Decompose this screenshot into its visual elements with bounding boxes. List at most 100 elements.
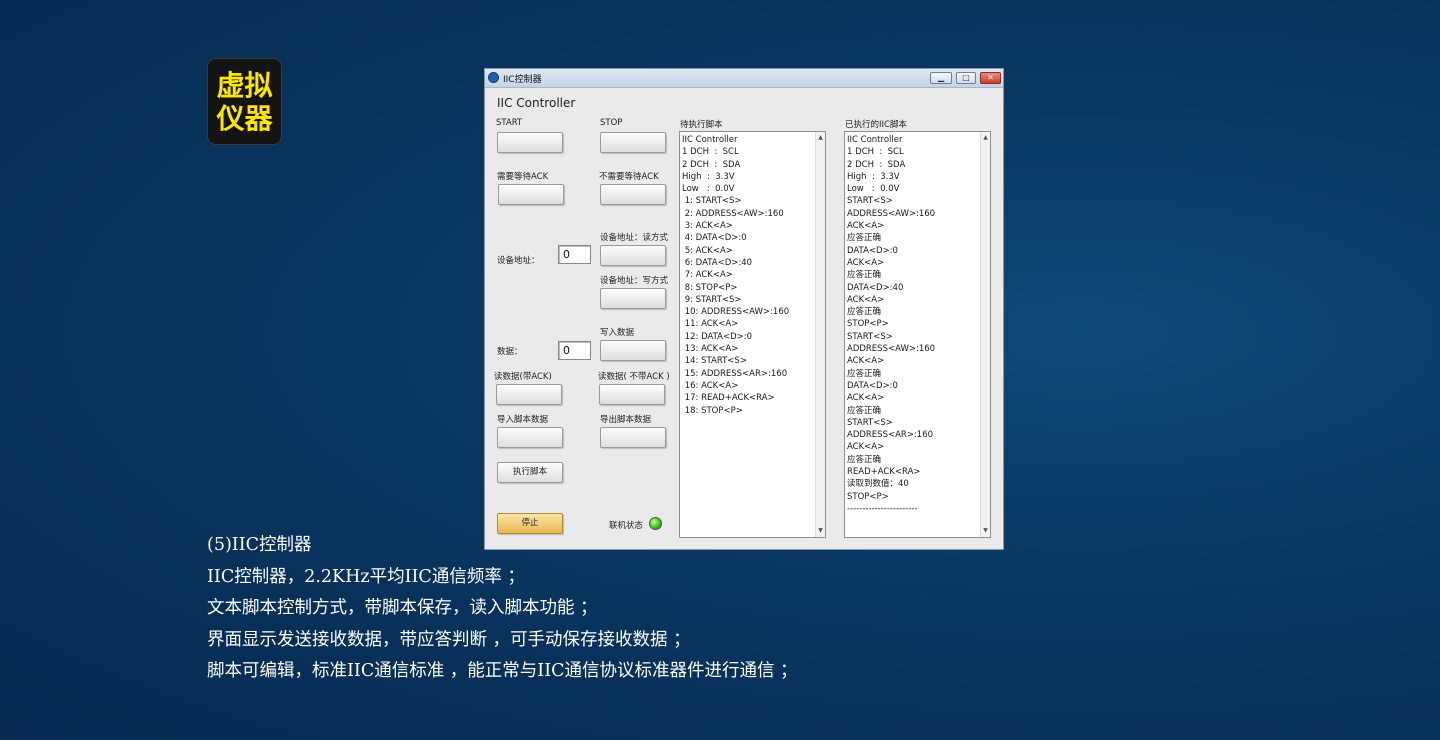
script-line: ACK<A>: [847, 356, 885, 367]
script-line: High : 3.3V: [682, 171, 735, 182]
window-titlebar[interactable]: IIC控制器 ▁ □ ✕: [485, 69, 1003, 88]
read-ack-button[interactable]: [496, 384, 562, 405]
script-line: ACK<A>: [847, 393, 885, 404]
scroll-up-icon[interactable]: ▲: [816, 134, 825, 142]
minimize-button[interactable]: ▁: [930, 72, 952, 84]
virtual-instrument-badge: 虚拟 仪器: [207, 58, 282, 145]
script-line: STOP<P>: [847, 491, 889, 502]
script-line: 3: ACK<A>: [682, 221, 733, 232]
script-line: IIC Controller: [682, 135, 738, 145]
maximize-button[interactable]: □: [956, 72, 976, 84]
script-line: ACK<A>: [847, 442, 885, 453]
script-line: 1 DCH : SCL: [847, 147, 904, 158]
run-script-button[interactable]: 执行脚本: [497, 462, 563, 483]
script-line: ADDRESS<AW>:160: [847, 208, 936, 219]
script-line: 13: ACK<A>: [682, 344, 739, 355]
wait-ack-button[interactable]: [498, 184, 564, 205]
close-button[interactable]: ✕: [980, 72, 1001, 84]
script-line: 10: ADDRESS<AW>:160: [682, 307, 790, 318]
dev-addr-read-label: 设备地址：读方式: [600, 233, 669, 243]
script-line: DATA<D>:40: [847, 282, 904, 293]
pending-script-text: IIC Controller 1 DCH : SCL 2 DCH : SDA High…: [682, 134, 789, 417]
description-item: IIC控制器，2.2KHz平均IIC通信频率 ；: [207, 566, 525, 587]
script-line: START<S>: [847, 196, 893, 207]
wait-ack-label: 需要等待ACK: [497, 172, 549, 182]
export-script-label: 导出脚本数据: [600, 415, 652, 425]
executed-scrollbar[interactable]: ▲ ▼: [980, 132, 990, 537]
write-data-label: 写入数据: [600, 328, 635, 338]
script-line: Low : 0.0V: [847, 184, 900, 195]
stop-label: STOP: [600, 118, 623, 128]
script-line: 11: ACK<A>: [682, 319, 739, 330]
script-line: 16: ACK<A>: [682, 380, 739, 391]
no-wait-ack-button[interactable]: [600, 184, 666, 205]
scroll-down-icon[interactable]: ▼: [816, 527, 825, 535]
script-line: 8: STOP<P>: [682, 282, 738, 293]
script-line: START<S>: [847, 417, 893, 428]
scroll-down-icon[interactable]: ▼: [981, 527, 990, 535]
script-line: 18: STOP<P>: [682, 405, 743, 416]
description-item: 界面显示发送接收数据，带应答判断 ，可手动保存接收数据 ；: [207, 629, 691, 650]
script-line: 应答正确: [847, 405, 882, 416]
script-line: 6: DATA<D>:40: [682, 257, 753, 268]
script-line: 2: ADDRESS<AW>:160: [682, 208, 784, 219]
script-line: 应答正确: [847, 454, 882, 465]
stop-button[interactable]: [600, 132, 666, 153]
script-line: -----------------------: [847, 503, 918, 514]
no-wait-ack-label: 不需要等待ACK: [599, 172, 659, 182]
dev-addr-input[interactable]: 0: [558, 245, 591, 264]
export-script-button[interactable]: [600, 427, 666, 448]
pending-script-header: 待执行脚本: [680, 120, 723, 130]
description-heading: (5)IIC控制器: [207, 535, 312, 555]
scroll-up-icon[interactable]: ▲: [981, 134, 990, 142]
script-line: IIC Controller: [847, 135, 903, 145]
script-line: START<S>: [847, 331, 893, 342]
window-title: IIC控制器: [503, 75, 542, 85]
dev-addr-write-button[interactable]: [600, 288, 666, 309]
script-line: 12: DATA<D>:0: [682, 331, 753, 342]
script-line: 应答正确: [847, 233, 882, 244]
script-line: ACK<A>: [847, 294, 885, 305]
script-line: 应答正确: [847, 368, 882, 379]
script-line: ACK<A>: [847, 257, 885, 268]
script-line: 5: ACK<A>: [682, 245, 733, 256]
online-status-led: [649, 517, 662, 530]
script-line: STOP<P>: [847, 319, 889, 330]
script-line: READ+ACK<RA>: [847, 467, 921, 478]
import-script-button[interactable]: [497, 427, 563, 448]
data-label: 数据：: [497, 347, 523, 357]
script-line: 读取到数值：40: [847, 479, 909, 490]
script-line: High : 3.3V: [847, 171, 900, 182]
description-item: 文本脚本控制方式，带脚本保存，读入脚本功能 ；: [207, 598, 598, 618]
script-line: 应答正确: [847, 270, 882, 281]
pending-script-list[interactable]: IIC Controller 1 DCH : SCL 2 DCH : SDA High…: [679, 131, 826, 538]
executed-script-text: IIC Controller 1 DCH : SCL 2 DCH : SDA High…: [847, 134, 935, 515]
description-item: 脚本可编辑，标准IIC通信标准 ，能正常与IIC通信协议标准器件进行通信 ；: [207, 661, 798, 681]
script-line: 2 DCH : SDA: [682, 159, 741, 170]
dev-addr-read-button[interactable]: [600, 245, 666, 266]
script-line: 应答正确: [847, 307, 882, 318]
description-block: (5)IIC控制器 IIC控制器，2.2KHz平均IIC通信频率 ； 文本脚本控…: [207, 530, 798, 688]
pending-scrollbar[interactable]: ▲ ▼: [815, 132, 825, 537]
script-line: 9: START<S>: [682, 294, 742, 305]
badge-line-2: 仪器: [216, 101, 273, 135]
start-button[interactable]: [497, 132, 563, 153]
script-line: 4: DATA<D>:0: [682, 233, 747, 244]
write-data-button[interactable]: [600, 340, 666, 361]
app-icon: [488, 72, 499, 83]
panel-title: IIC Controller: [497, 96, 576, 110]
executed-script-list[interactable]: IIC Controller 1 DCH : SCL 2 DCH : SDA High…: [844, 131, 991, 538]
script-line: 14: START<S>: [682, 356, 747, 367]
script-line: DATA<D>:0: [847, 380, 898, 391]
read-noack-button[interactable]: [599, 384, 665, 405]
script-line: 1 DCH : SCL: [682, 147, 739, 158]
script-line: 7: ACK<A>: [682, 270, 733, 281]
script-line: 2 DCH : SDA: [847, 159, 906, 170]
dev-addr-write-label: 设备地址：写方式: [600, 276, 669, 286]
script-line: 15: ADDRESS<AR>:160: [682, 368, 788, 379]
data-input[interactable]: 0: [558, 341, 591, 360]
executed-script-header: 已执行的IIC脚本: [845, 120, 907, 130]
script-line: ADDRESS<AW>:160: [847, 344, 936, 355]
script-line: DATA<D>:0: [847, 245, 898, 256]
script-line: ACK<A>: [847, 221, 885, 232]
